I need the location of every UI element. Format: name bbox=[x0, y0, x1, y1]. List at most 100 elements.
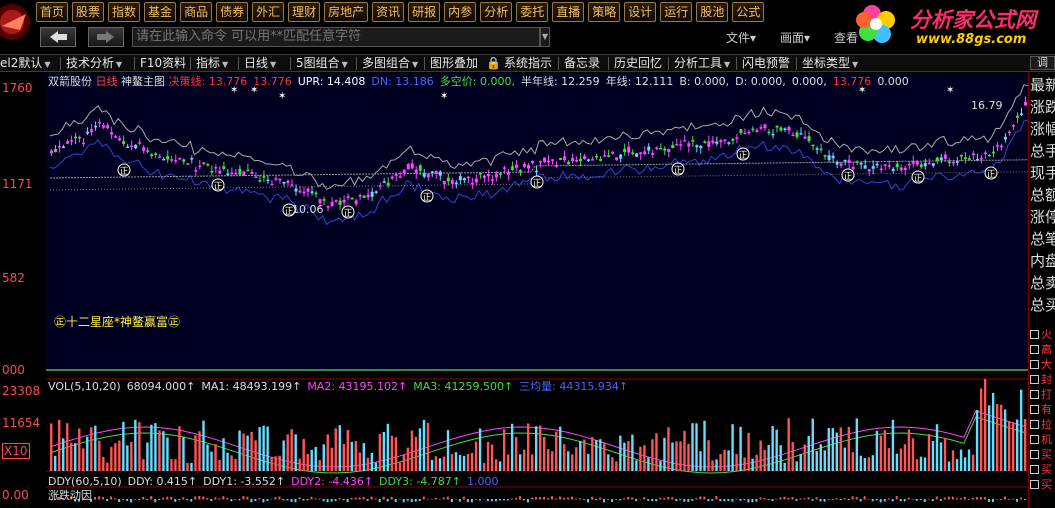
menu-button[interactable]: 设计 bbox=[624, 2, 657, 22]
ddy-bar bbox=[675, 499, 678, 502]
volume-bar bbox=[506, 454, 510, 471]
filter-checkbox[interactable]: 拉 bbox=[1030, 416, 1052, 432]
menu-button[interactable]: 内参 bbox=[444, 2, 477, 22]
ddy-bar bbox=[538, 497, 541, 500]
filter-checkbox[interactable]: 买 bbox=[1030, 476, 1052, 492]
menu-button[interactable]: 公式 bbox=[732, 2, 765, 22]
candle-body bbox=[498, 173, 502, 175]
candle-body bbox=[70, 140, 74, 142]
candle-body bbox=[735, 137, 739, 139]
overlay-button[interactable]: 图形叠加 bbox=[430, 55, 478, 71]
volume-bar bbox=[623, 442, 626, 471]
candle-body bbox=[803, 136, 807, 139]
command-dropdown-icon[interactable]: ▼ bbox=[540, 27, 550, 47]
multi-chart-combo-dropdown[interactable]: 多图组合 ▼ bbox=[362, 55, 418, 71]
ddy-bar bbox=[234, 499, 237, 500]
menu-button[interactable]: 策略 bbox=[588, 2, 621, 22]
tech-analysis-dropdown[interactable]: 技术分析 ▼ bbox=[66, 55, 122, 71]
five-chart-combo-dropdown[interactable]: 5图组合 ▼ bbox=[296, 55, 348, 71]
indicator-dropdown[interactable]: 指标 ▼ bbox=[196, 55, 228, 71]
flash-alert-button[interactable]: 闪电预警 bbox=[742, 55, 790, 71]
volume-bar bbox=[963, 457, 967, 471]
filter-checkbox[interactable]: 打 bbox=[1030, 386, 1052, 402]
candle-body bbox=[454, 182, 458, 185]
menu-button[interactable]: 委托 bbox=[516, 2, 549, 22]
menu-button[interactable]: 理财 bbox=[288, 2, 321, 22]
volume-bar bbox=[198, 431, 201, 471]
ddy-bar bbox=[202, 496, 205, 500]
ddy-bar bbox=[883, 499, 886, 502]
adjust-button[interactable]: 调 bbox=[1030, 56, 1055, 70]
forward-button[interactable] bbox=[88, 27, 124, 47]
level2-default-dropdown[interactable]: el2默认 ▼ bbox=[0, 55, 51, 71]
candle-body bbox=[675, 143, 679, 146]
filter-checkbox[interactable]: 封 bbox=[1030, 371, 1052, 387]
menu-button[interactable]: 运行 bbox=[660, 2, 693, 22]
menu-button[interactable]: 分析 bbox=[480, 2, 513, 22]
filter-checkbox[interactable]: 有 bbox=[1030, 401, 1052, 417]
volume-bar bbox=[446, 430, 450, 471]
menu-button[interactable]: 指数 bbox=[108, 2, 141, 22]
candle-body bbox=[567, 162, 571, 165]
f10-data-button[interactable]: F10资料 bbox=[140, 55, 186, 71]
volume-bar bbox=[178, 426, 181, 471]
candle-body bbox=[851, 167, 855, 170]
menu-button[interactable]: 外汇 bbox=[252, 2, 285, 22]
analysis-tools-dropdown[interactable]: 分析工具 ▼ bbox=[674, 55, 730, 71]
candle-body bbox=[306, 188, 310, 192]
memo-button[interactable]: 备忘录 bbox=[564, 55, 600, 71]
lock-icon[interactable]: 🔒 bbox=[486, 55, 501, 71]
filter-checkbox[interactable]: 买 bbox=[1030, 446, 1052, 462]
screen-menu[interactable]: 画面▾ bbox=[780, 29, 810, 46]
coordinate-type-dropdown[interactable]: 坐标类型 ▼ bbox=[802, 55, 858, 71]
candle-body bbox=[835, 161, 839, 165]
system-indicator-button[interactable]: 系统指示 bbox=[504, 55, 552, 71]
menu-button[interactable]: 资讯 bbox=[372, 2, 405, 22]
back-button[interactable] bbox=[40, 27, 76, 47]
legend-item: B: 0.000, bbox=[679, 75, 730, 88]
menu-button[interactable]: 直播 bbox=[552, 2, 585, 22]
chart-canvas[interactable]: 正正正 正正正正正正正正✶ ✶✶ ✶✶ ✶ bbox=[46, 73, 1028, 508]
volume-bar bbox=[210, 451, 213, 471]
menu-button[interactable]: 商品 bbox=[180, 2, 213, 22]
candle-body bbox=[587, 159, 591, 161]
menu-button[interactable]: 股票 bbox=[72, 2, 105, 22]
chart-period: 日线 bbox=[95, 75, 118, 88]
volume-bar bbox=[294, 434, 297, 471]
filter-checkbox[interactable]: 高 bbox=[1030, 341, 1052, 357]
volume-bar bbox=[282, 440, 285, 471]
menu-button[interactable]: 股池 bbox=[696, 2, 729, 22]
file-menu[interactable]: 文件▾ bbox=[726, 29, 756, 46]
candle-body bbox=[298, 190, 302, 193]
volume-bar bbox=[486, 441, 490, 471]
volume-axis-label: 11654 bbox=[2, 416, 41, 430]
menu-button[interactable]: 债券 bbox=[216, 2, 249, 22]
menu-button[interactable]: 研报 bbox=[408, 2, 441, 22]
menu-button[interactable]: 基金 bbox=[144, 2, 177, 22]
volume-bar bbox=[98, 440, 101, 471]
view-menu[interactable]: 查看 bbox=[834, 29, 858, 46]
ddy-bar bbox=[811, 499, 814, 501]
volume-bar bbox=[478, 428, 482, 471]
candle-body bbox=[182, 159, 186, 162]
period-dropdown[interactable]: 日线 ▼ bbox=[244, 55, 276, 71]
menu-button[interactable]: 房地产 bbox=[324, 2, 369, 22]
menu-button[interactable]: 首页 bbox=[36, 2, 69, 22]
ddy-bar bbox=[639, 498, 642, 500]
history-recall-button[interactable]: 历史回忆 bbox=[614, 55, 662, 71]
candle-body bbox=[747, 131, 751, 134]
ddy-bar bbox=[334, 499, 337, 501]
filter-checkbox[interactable]: 机 bbox=[1030, 431, 1052, 447]
volume-bar bbox=[174, 459, 177, 471]
ddy-bar bbox=[338, 497, 341, 500]
ddy-bar bbox=[478, 499, 481, 501]
filter-checkbox[interactable]: 火 bbox=[1030, 326, 1052, 342]
command-input[interactable]: 请在此输入命令 可以用**匹配任意字符 bbox=[132, 27, 540, 47]
filter-checkbox[interactable]: 大 bbox=[1030, 356, 1052, 372]
volume-bar bbox=[863, 458, 867, 471]
volume-bar bbox=[74, 443, 77, 471]
filter-checkbox[interactable]: 买 bbox=[1030, 461, 1052, 477]
volume-bar bbox=[943, 437, 947, 471]
candle-body bbox=[751, 128, 755, 131]
ddy-bar bbox=[290, 499, 293, 502]
